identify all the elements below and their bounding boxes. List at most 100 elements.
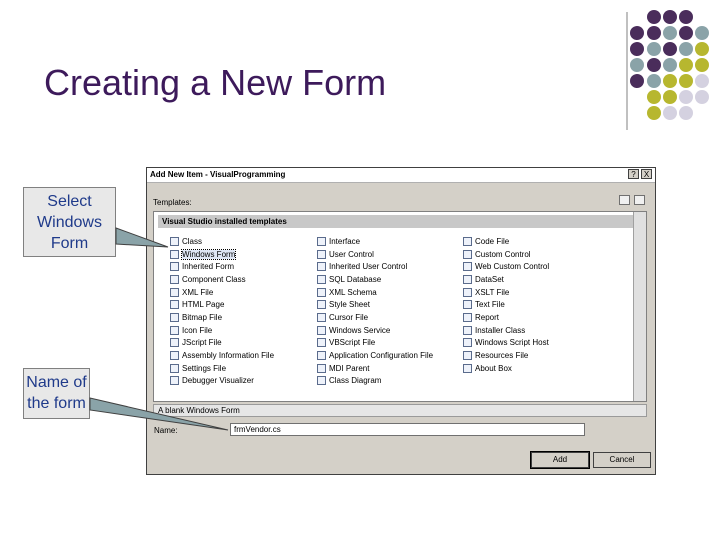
cursor-icon: [317, 312, 326, 322]
template-item[interactable]: About Box: [463, 362, 549, 375]
template-item[interactable]: Component Class: [170, 273, 274, 286]
templates-group-header: Visual Studio installed templates: [158, 215, 634, 228]
dialog-title: Add New Item - VisualProgramming: [150, 170, 286, 179]
decorative-dot: [630, 74, 644, 88]
template-item-label: Class Diagram: [329, 376, 382, 386]
decorative-dot: [663, 90, 677, 104]
template-item[interactable]: Inherited Form: [170, 260, 274, 273]
decorative-dot: [647, 26, 661, 40]
template-item-label: Class: [182, 236, 203, 246]
database-icon: [317, 274, 326, 284]
xslt-icon: [463, 287, 472, 297]
template-item[interactable]: HTML Page: [170, 298, 274, 311]
template-item[interactable]: Class Diagram: [317, 375, 433, 388]
cancel-button[interactable]: Cancel: [593, 452, 651, 468]
decorative-dot: [695, 26, 709, 40]
template-item-label: HTML Page: [182, 300, 225, 310]
template-item-label: VBScript File: [329, 338, 376, 348]
decorative-dot: [630, 26, 644, 40]
decorative-dot: [679, 74, 693, 88]
diagram-icon: [317, 376, 326, 386]
decorative-dot: [695, 42, 709, 56]
help-button[interactable]: ?: [628, 169, 639, 179]
templates-label: Templates:: [153, 198, 192, 207]
template-item[interactable]: Interface: [317, 235, 433, 248]
name-input[interactable]: frmVendor.cs: [230, 423, 585, 436]
template-item[interactable]: Application Configuration File: [317, 349, 433, 362]
templates-scrollbar[interactable]: [633, 212, 646, 401]
template-item[interactable]: MDI Parent: [317, 362, 433, 375]
template-item[interactable]: Resources File: [463, 349, 549, 362]
template-item-label: Installer Class: [475, 325, 526, 335]
list-view-icon[interactable]: [634, 195, 645, 205]
decorative-dot: [647, 42, 661, 56]
template-item[interactable]: Text File: [463, 298, 549, 311]
template-item-label: Inherited User Control: [329, 262, 408, 272]
template-item[interactable]: User Control: [317, 248, 433, 261]
large-icons-view-icon[interactable]: [619, 195, 630, 205]
templates-column-3: Code File Custom Control Web Custom Contro…: [463, 235, 549, 375]
template-item[interactable]: Installer Class: [463, 324, 549, 337]
decorative-dot: [695, 74, 709, 88]
decorative-dot: [679, 10, 693, 24]
script-icon: [170, 338, 179, 348]
callout-name-text: Name of the form: [26, 374, 87, 412]
template-item-label: Windows Service: [329, 325, 391, 335]
template-item[interactable]: Report: [463, 311, 549, 324]
decorative-dot: [647, 90, 661, 104]
text-icon: [463, 300, 472, 310]
assembly-icon: [170, 351, 179, 361]
template-item-label: MDI Parent: [329, 363, 370, 373]
interface-icon: [317, 236, 326, 246]
template-item[interactable]: Assembly Information File: [170, 349, 274, 362]
template-item[interactable]: Code File: [463, 235, 549, 248]
template-item[interactable]: SQL Database: [317, 273, 433, 286]
template-item[interactable]: Settings File: [170, 362, 274, 375]
decorative-dot: [630, 42, 644, 56]
template-description: A blank Windows Form: [153, 404, 647, 417]
template-item-label: XML Schema: [329, 287, 377, 297]
template-item[interactable]: Windows Service: [317, 324, 433, 337]
template-item[interactable]: XSLT File: [463, 286, 549, 299]
template-item-label: Icon File: [182, 325, 213, 335]
template-item-label: Inherited Form: [182, 262, 235, 272]
template-item-label: Debugger Visualizer: [182, 376, 254, 386]
template-item-label: Component Class: [182, 274, 246, 284]
template-item[interactable]: Custom Control: [463, 248, 549, 261]
template-item-label: JScript File: [182, 338, 222, 348]
schema-icon: [317, 287, 326, 297]
template-item[interactable]: Cursor File: [317, 311, 433, 324]
report-icon: [463, 312, 472, 322]
template-item[interactable]: Web Custom Control: [463, 260, 549, 273]
template-item[interactable]: Debugger Visualizer: [170, 375, 274, 388]
template-item[interactable]: Style Sheet: [317, 298, 433, 311]
template-item[interactable]: VBScript File: [317, 337, 433, 350]
template-item[interactable]: Bitmap File: [170, 311, 274, 324]
template-item[interactable]: Windows Script Host: [463, 337, 549, 350]
template-item-label: Web Custom Control: [475, 262, 550, 272]
template-item[interactable]: JScript File: [170, 337, 274, 350]
template-item[interactable]: XML Schema: [317, 286, 433, 299]
decorative-dot: [695, 90, 709, 104]
select-windows-form-callout: Select Windows Form: [23, 187, 116, 257]
template-item-label: XML File: [182, 287, 214, 297]
close-button[interactable]: X: [641, 169, 652, 179]
template-item-label: SQL Database: [329, 274, 382, 284]
form-name-callout: Name of the form: [23, 368, 90, 419]
templates-list[interactable]: Visual Studio installed templates Class W…: [153, 211, 647, 402]
template-item-label: Interface: [329, 236, 361, 246]
template-item[interactable]: Class: [170, 235, 274, 248]
template-item[interactable]: Windows Form: [170, 248, 274, 261]
form-icon: [463, 363, 472, 373]
debugger-icon: [170, 376, 179, 386]
template-item[interactable]: Inherited User Control: [317, 260, 433, 273]
config-icon: [317, 351, 326, 361]
template-item-label: Assembly Information File: [182, 351, 275, 361]
template-item-label: Cursor File: [329, 312, 369, 322]
template-item[interactable]: DataSet: [463, 273, 549, 286]
template-item[interactable]: Icon File: [170, 324, 274, 337]
add-button[interactable]: Add: [530, 451, 590, 469]
template-item[interactable]: XML File: [170, 286, 274, 299]
template-item-label: Windows Script Host: [475, 338, 549, 348]
slide-title: Creating a New Form: [44, 62, 387, 103]
